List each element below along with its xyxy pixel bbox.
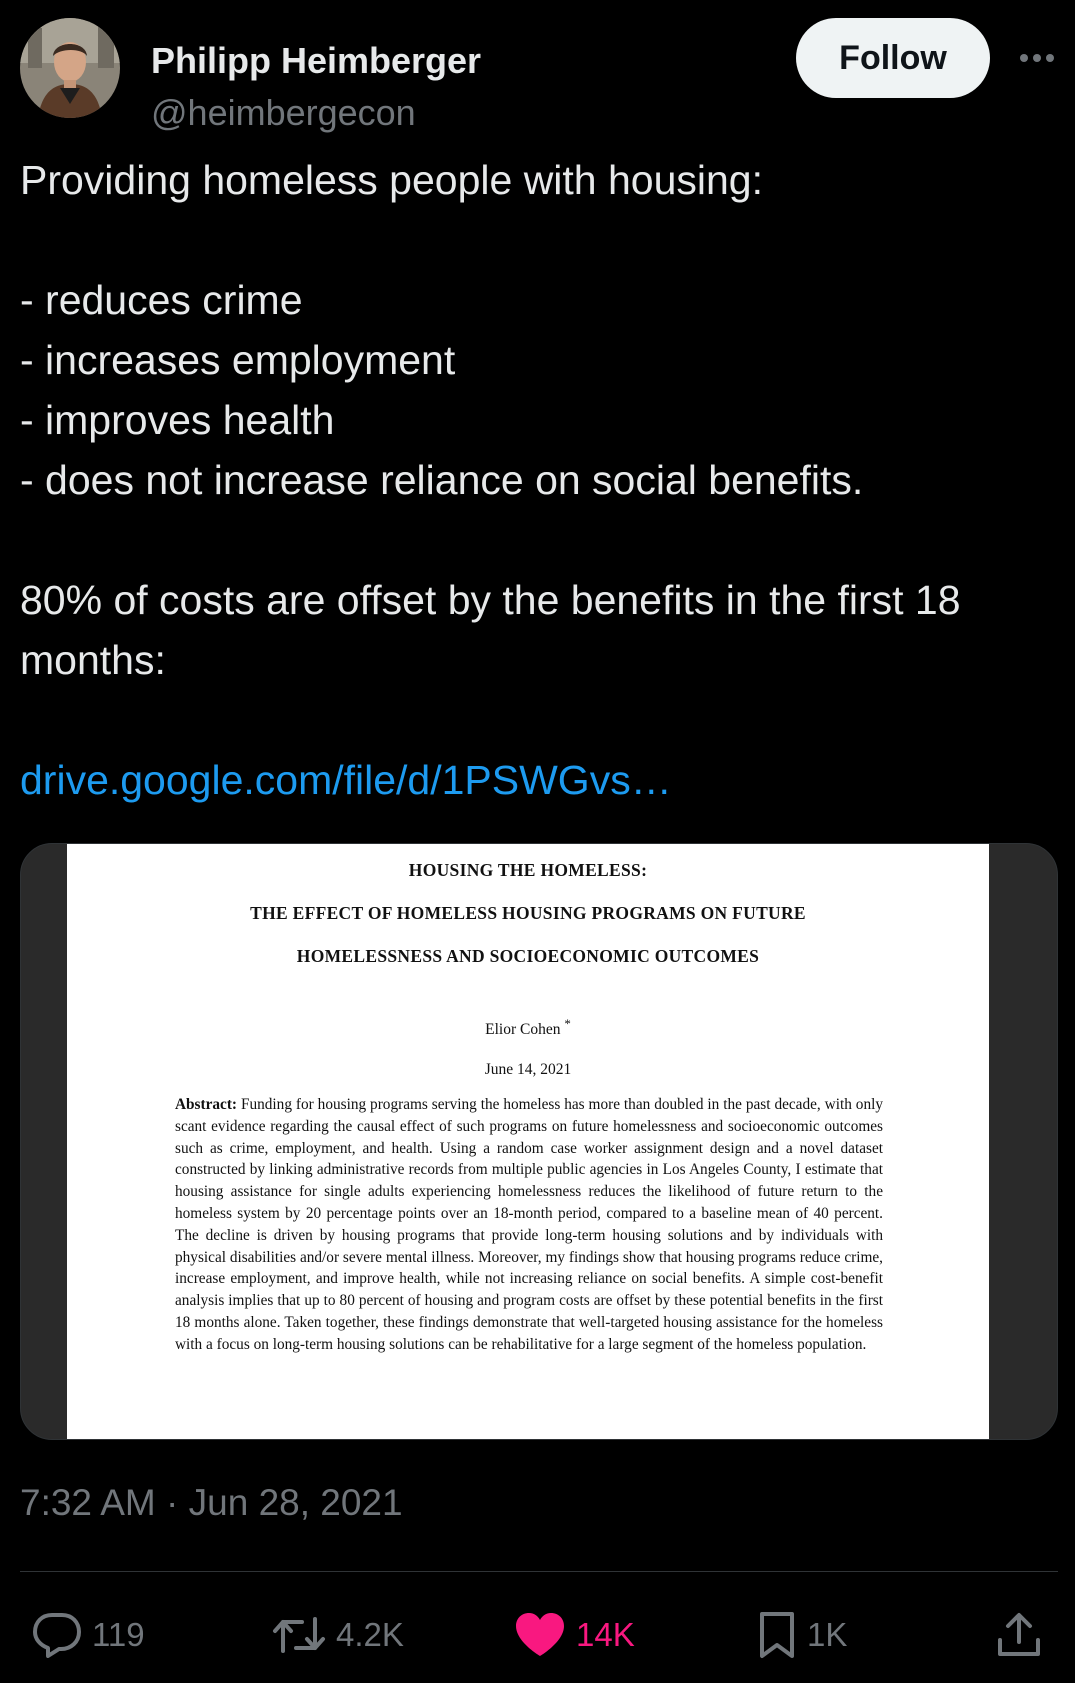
action-bar: 119 4.2K 14K 1K: [0, 1600, 1075, 1670]
tweet-summary: 80% of costs are offset by the benefits …: [20, 577, 972, 683]
bookmark-button[interactable]: 1K: [757, 1600, 847, 1670]
paper-title-line: THE EFFECT OF HOMELESS HOUSING PROGRAMS …: [250, 903, 806, 923]
divider: [20, 1571, 1058, 1572]
avatar[interactable]: [20, 18, 120, 118]
attached-image[interactable]: HOUSING THE HOMELESS: THE EFFECT OF HOME…: [20, 843, 1058, 1440]
abstract-label: Abstract:: [175, 1096, 238, 1113]
like-button[interactable]: 14K: [514, 1600, 635, 1670]
bookmark-count: 1K: [807, 1616, 848, 1653]
paper-page: HOUSING THE HOMELESS: THE EFFECT OF HOME…: [67, 844, 989, 1439]
paper-abstract: Abstract: Funding for housing programs s…: [175, 1094, 883, 1356]
share-icon: [998, 1613, 1040, 1656]
share-button[interactable]: [996, 1600, 1042, 1670]
reply-count: 119: [92, 1616, 145, 1653]
tweet-bullet: - increases employment: [20, 337, 456, 383]
paper-author-mark: *: [564, 1016, 571, 1031]
reply-icon: [33, 1613, 81, 1658]
heart-icon: [516, 1613, 564, 1656]
bookmark-icon: [760, 1612, 794, 1658]
follow-button[interactable]: Follow: [796, 18, 990, 98]
paper-author: Elior Cohen *: [67, 1016, 989, 1039]
tweet-timestamp[interactable]: 7:32 AM · Jun 28, 2021: [20, 1482, 403, 1524]
tweet-link[interactable]: drive.google.com/file/d/1PSWGvs…: [20, 750, 1060, 810]
paper-title-line: HOMELESSNESS AND SOCIOECONOMIC OUTCOMES: [296, 946, 760, 966]
tweet-intro: Providing homeless people with housing:: [20, 157, 764, 203]
paper-date: June 14, 2021: [484, 1061, 572, 1078]
author-handle[interactable]: @heimbergecon: [151, 92, 416, 134]
author-name[interactable]: Philipp Heimberger: [151, 40, 481, 82]
tweet-bullet: - does not increase reliance on social b…: [20, 457, 864, 503]
repost-button[interactable]: 4.2K: [272, 1600, 404, 1670]
tweet-header: Philipp Heimberger @heimbergecon Follow: [20, 18, 1060, 133]
paper-author-name: Elior Cohen: [485, 1021, 561, 1039]
repost-count: 4.2K: [336, 1616, 404, 1653]
paper-title-line: HOUSING THE HOMELESS:: [408, 860, 648, 880]
like-count: 14K: [576, 1616, 635, 1653]
reply-button[interactable]: 119: [32, 1600, 145, 1670]
tweet-bullet: - reduces crime: [20, 277, 303, 323]
more-horizontal-icon[interactable]: [1017, 38, 1057, 78]
repost-icon: [273, 1617, 325, 1653]
abstract-text: Funding for housing programs serving the…: [175, 1096, 883, 1353]
tweet-bullet: - improves health: [20, 397, 335, 443]
tweet-body: Providing homeless people with housing: …: [20, 150, 1060, 810]
